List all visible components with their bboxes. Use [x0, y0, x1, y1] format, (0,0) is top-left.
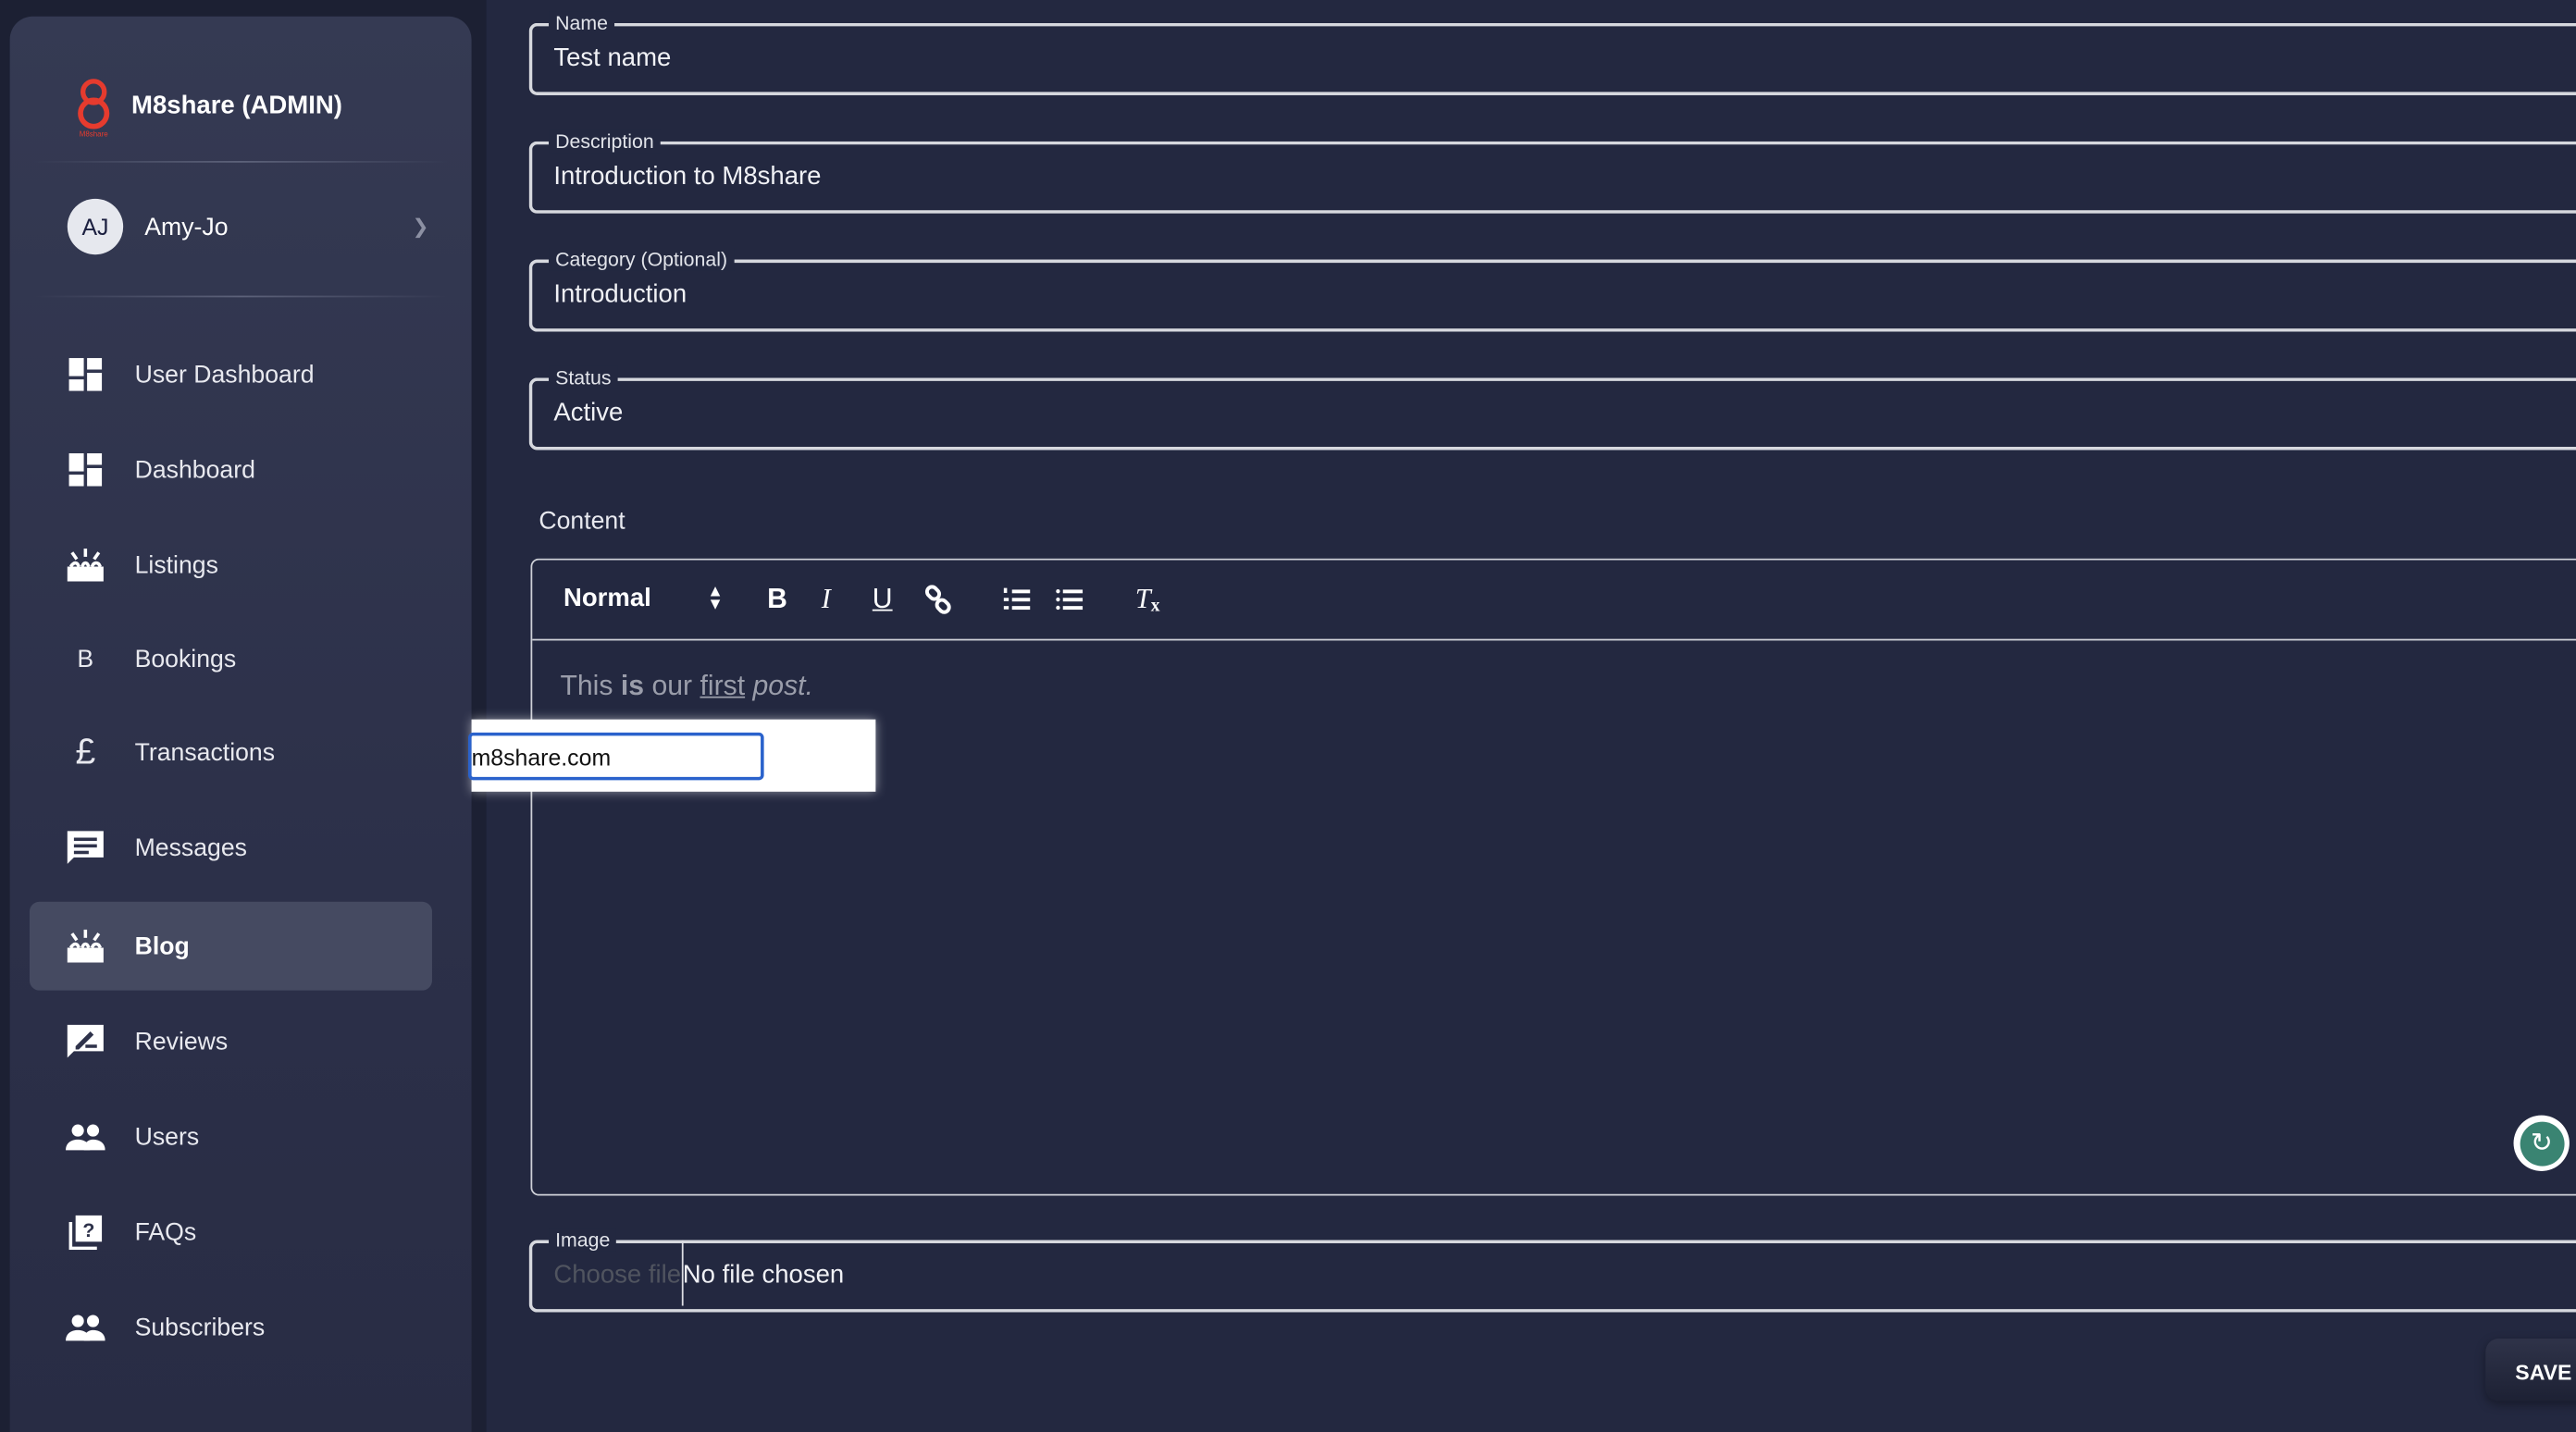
file-status: No file chosen [682, 1261, 845, 1290]
link-icon[interactable] [923, 582, 953, 618]
image-label: Image [549, 1228, 617, 1252]
m8share-logo-icon: M8share [78, 79, 110, 138]
bullet-list-icon[interactable] [1055, 582, 1084, 618]
link-url-value: m8share.com [471, 744, 612, 771]
sidebar-item-label: Messages [134, 833, 247, 862]
bold-icon[interactable]: B [767, 582, 787, 618]
description-label: Description [549, 130, 661, 154]
description-field[interactable]: Description Introduction to M8share [528, 130, 2576, 214]
italic-icon[interactable]: I [822, 582, 831, 618]
name-value: Test name [553, 43, 672, 73]
description-value: Introduction to M8share [553, 162, 822, 191]
celebration-icon [66, 545, 105, 585]
editor-content[interactable]: This is our first post. [560, 670, 813, 703]
sidebar-item-transactions[interactable]: £ Transactions [30, 708, 432, 796]
divider [32, 160, 449, 163]
sidebar-item-label: Users [134, 1122, 200, 1151]
sidebar-item-faqs[interactable]: ? FAQs [30, 1188, 432, 1277]
grammarly-icon[interactable]: ↻ [2513, 1115, 2570, 1171]
sidebar-item-user-dashboard[interactable]: User Dashboard [30, 330, 432, 419]
ordered-list-icon[interactable] [1002, 582, 1032, 618]
sidebar-item-subscribers[interactable]: Subscribers [30, 1283, 432, 1372]
dashboard-icon [66, 450, 105, 489]
name-field[interactable]: Name Test name [528, 11, 2576, 95]
letter-b-icon: B [77, 644, 94, 673]
sidebar-item-label: Bookings [134, 644, 237, 673]
rate-review-icon [66, 1021, 105, 1061]
status-value: Active [553, 399, 624, 427]
sidebar-item-listings[interactable]: Listings [30, 521, 432, 610]
sidebar-item-label: Transactions [134, 738, 276, 767]
link-tooltip: m8share.com [468, 719, 876, 792]
clear-format-icon[interactable]: Tx [1135, 582, 1160, 618]
sidebar-item-users[interactable]: Users [30, 1093, 432, 1181]
rich-text-editor[interactable]: Normal ▲ ▼ B I U Tx This is our first post… [530, 558, 2576, 1196]
status-field[interactable]: Status Active [528, 365, 2576, 451]
underline-icon[interactable]: U [873, 582, 893, 618]
sidebar-item-label: Dashboard [134, 455, 255, 484]
image-field: Image Choose file No file chosen [528, 1228, 2576, 1313]
sidebar-item-label: Blog [134, 932, 190, 960]
people-icon [66, 1307, 105, 1347]
content-text: our [644, 670, 700, 702]
brand-title: M8share (ADMIN) [131, 92, 342, 120]
sidebar-item-label: Reviews [134, 1027, 229, 1055]
dashboard-icon [66, 355, 105, 395]
name-label: Name [549, 11, 615, 35]
content-label: Content [539, 507, 625, 536]
choose-file-button[interactable]: Choose file [553, 1262, 681, 1290]
svg-text:M8share: M8share [80, 130, 109, 138]
content-text: This [560, 670, 621, 702]
brand: M8share M8share (ADMIN) [76, 76, 342, 138]
select-arrows-icon: ▲ ▼ [707, 583, 724, 615]
save-button[interactable]: SAVE [2485, 1339, 2576, 1401]
sidebar-item-messages[interactable]: Messages [30, 803, 432, 892]
sidebar-item-bookings[interactable]: B Bookings [30, 614, 432, 703]
people-icon [66, 1117, 105, 1156]
category-value: Introduction [553, 280, 687, 309]
content-italic: post. [752, 670, 813, 702]
user-name: Amy-Jo [144, 212, 229, 241]
link-url-input[interactable]: m8share.com [468, 732, 764, 781]
sidebar-item-label: Subscribers [134, 1313, 266, 1341]
sidebar-item-label: Listings [134, 550, 218, 579]
celebration-icon [66, 926, 105, 966]
sidebar-item-label: FAQs [134, 1217, 197, 1246]
avatar: AJ [67, 198, 124, 255]
sidebar-item-reviews[interactable]: Reviews [30, 997, 432, 1086]
category-field[interactable]: Category (Optional) Introduction [528, 248, 2576, 332]
divider [32, 295, 449, 298]
status-label: Status [549, 365, 618, 389]
svg-text:?: ? [82, 1219, 94, 1241]
content-underline: first [700, 670, 746, 702]
sidebar-item-dashboard[interactable]: Dashboard [30, 426, 432, 514]
format-select-value: Normal [563, 585, 651, 613]
user-menu[interactable]: AJ Amy-Jo ❯ [67, 198, 429, 255]
sidebar-item-blog[interactable]: Blog [29, 901, 432, 991]
content-bold: is [620, 670, 645, 702]
sidebar-item-label: User Dashboard [134, 360, 315, 389]
message-icon [66, 828, 105, 868]
format-select[interactable]: Normal ▲ ▼ [564, 582, 724, 618]
chevron-down-icon: ❯ [412, 215, 429, 239]
pound-icon: £ [75, 731, 96, 772]
editor-toolbar: Normal ▲ ▼ B I U Tx [532, 560, 2576, 641]
quiz-icon: ? [66, 1212, 105, 1252]
category-label: Category (Optional) [549, 248, 735, 271]
